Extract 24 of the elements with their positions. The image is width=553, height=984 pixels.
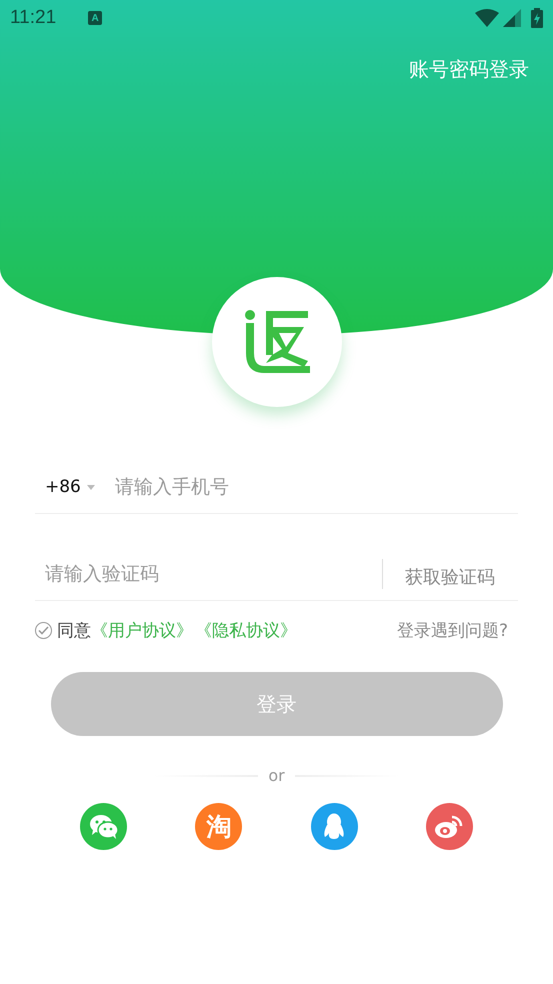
agreement-link[interactable]: 《用户协议》: [91, 621, 193, 641]
checkmark-icon: [38, 626, 49, 635]
eye-swirl-icon: [434, 814, 464, 840]
penguin-icon: [323, 812, 346, 840]
logo-mark-icon: [244, 309, 310, 375]
country-code-selector[interactable]: +86: [35, 477, 95, 497]
phone-input-field[interactable]: 请输入手机号: [112, 466, 518, 508]
account-password-login-link[interactable]: 账号密码登录: [409, 56, 529, 83]
battery-icon: [531, 8, 543, 28]
agreement-link[interactable]: 《隐私协议》: [195, 621, 297, 641]
social-login-button[interactable]: [310, 803, 358, 850]
social-login-button[interactable]: 淘: [195, 803, 242, 850]
social-login-button[interactable]: [426, 803, 473, 850]
chat-bubbles-icon: [88, 814, 118, 840]
get-code-button[interactable]: 获取验证码: [405, 559, 518, 589]
or-divider-label: or: [268, 766, 285, 785]
social-login-button[interactable]: [80, 803, 127, 850]
agree-label: 同意: [57, 620, 91, 642]
code-input-field[interactable]: 请输入验证码: [35, 553, 382, 595]
keyboard-badge: A: [88, 11, 102, 25]
wifi-icon: [475, 9, 499, 27]
agree-checkbox[interactable]: [35, 622, 52, 639]
login-help-link[interactable]: 登录遇到问题?: [396, 619, 508, 642]
clock-time: 11:21: [10, 7, 56, 29]
